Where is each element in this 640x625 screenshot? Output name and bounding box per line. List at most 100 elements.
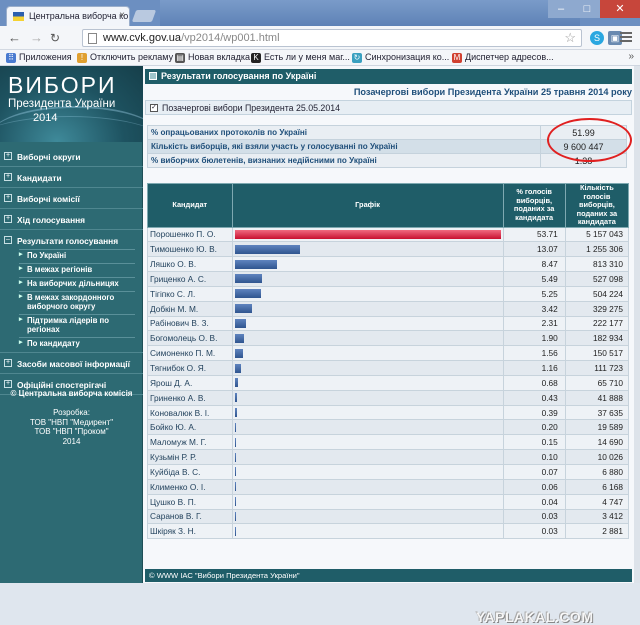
candidate-name[interactable]: Порошенко П. О. (147, 226, 233, 243)
url-host: www.cvk.gov.ua (103, 32, 182, 44)
sidebar-item-results[interactable]: –Результати голосування По Україні В меж… (0, 230, 143, 353)
bookmark-shop-check[interactable]: K Есть ли у меня маг... (251, 52, 350, 63)
candidate-name[interactable]: Кузьмін Р. Р. (147, 449, 233, 465)
candidate-name[interactable]: Куйбіда В. С. (147, 464, 233, 480)
header-votes: Кількість голосів виборців, поданих за к… (564, 183, 630, 228)
collapse-minus-icon: – (4, 236, 12, 244)
sidebar-item-media[interactable]: + Засоби масової інформації (0, 353, 143, 374)
candidate-name[interactable]: Богомолець О. В. (147, 330, 233, 347)
address-bar[interactable]: www.cvk.gov.ua/vp2014/wp001.html ☆ (82, 29, 582, 47)
graph-cell (231, 256, 504, 273)
vote-share-bar (234, 363, 241, 373)
candidate-name[interactable]: Клименко О. І. (147, 478, 233, 495)
candidate-name[interactable]: Симоненко П. М. (147, 345, 233, 362)
browser-tab-strip: Центральна виборча ко × – □ ✕ (0, 0, 640, 26)
sidebar-item-candidates[interactable]: + Кандидати (0, 167, 143, 188)
bookmarks-bar: ⠿ Приложения ! Отключить рекламу ▤ Новая вк… (0, 50, 640, 66)
table-row: Тимошенко Ю. В. 13.07 1 255 306 (147, 241, 630, 258)
candidate-name[interactable]: Коновалюк В. І. (147, 404, 233, 421)
vote-share-bar (234, 244, 300, 254)
table-row: Ляшко О. В. 8.47 813 310 (147, 256, 630, 273)
bookmark-new-tab[interactable]: ▤ Новая вкладка (175, 52, 250, 63)
reload-icon[interactable]: ↻ (50, 30, 60, 46)
site-watermark: YAPLAKAL.COM (476, 609, 594, 625)
bookmark-star-icon[interactable]: ☆ (564, 30, 576, 46)
candidate-name[interactable]: Шкіряк З. Н. (147, 523, 233, 540)
browser-menu-icon[interactable] (620, 32, 632, 44)
sidebar-subitem-polling-stations[interactable]: На виборчих дільницях (19, 277, 135, 289)
logo-year: 2014 (33, 112, 58, 124)
election-subtitle: Позачергові вибори Президента України 25… (353, 87, 632, 97)
checkbox-icon[interactable]: ✓ (150, 104, 158, 112)
vote-count: 182 934 (564, 330, 630, 347)
bookmark-label: Диспетчер адресов... (465, 52, 554, 62)
vote-share-bar (234, 259, 277, 269)
graph-cell (231, 419, 504, 436)
election-label: Позачергові вибори Президента 25.05.2014 (162, 103, 341, 113)
header-percent: % голосів виборців, поданих за кандидата (502, 183, 566, 228)
vote-percent: 8.47 (502, 256, 566, 273)
candidate-name[interactable]: Цушко В. П. (147, 493, 233, 510)
forward-arrow-icon[interactable]: → (30, 30, 43, 46)
table-row: Гриценко А. С. 5.49 527 098 (147, 271, 630, 287)
vote-percent: 0.15 (502, 434, 566, 451)
expand-plus-icon: + (4, 215, 12, 223)
minimize-icon[interactable]: – (548, 0, 574, 18)
maximize-icon[interactable]: □ (574, 0, 600, 18)
square-bullet-icon (149, 72, 157, 80)
table-row: Клименко О. І. 0.06 6 168 (147, 478, 630, 495)
window-close-icon[interactable]: ✕ (600, 0, 640, 18)
vote-count: 1 255 306 (564, 241, 630, 258)
bookmark-disable-ads[interactable]: ! Отключить рекламу (77, 52, 173, 63)
bookmark-address-manager[interactable]: M Диспетчер адресов... (452, 52, 554, 63)
results-body: Порошенко П. О. 53.71 5 157 043 Тимошенко Ю… (147, 226, 630, 540)
candidate-name[interactable]: Гриненко А. В. (147, 389, 233, 406)
sidebar-subitem-leader-support[interactable]: Підтримка лідерів по регіонах (19, 314, 135, 335)
vote-share-bar (234, 482, 236, 492)
vertical-scrollbar[interactable] (634, 66, 640, 583)
candidate-name[interactable]: Рабінович В. З. (147, 315, 233, 332)
bookmarks-more-chevron-icon[interactable]: » (628, 51, 634, 62)
candidate-name[interactable]: Ярош Д. А. (147, 374, 233, 391)
candidate-name[interactable]: Тягнибок О. Я. (147, 360, 233, 376)
sidebar-item-commissions[interactable]: + Виборчі комісії (0, 188, 143, 209)
candidate-name[interactable]: Тимошенко Ю. В. (147, 241, 233, 258)
dev-line: Розробка: (53, 408, 90, 417)
site-logo[interactable]: ВИБОРИ Президента України 2014 (0, 66, 143, 142)
candidate-name[interactable]: Саранов В. Г. (147, 508, 233, 525)
candidate-name[interactable]: Добкін М. М. (147, 300, 233, 317)
back-arrow-icon[interactable]: ← (8, 30, 21, 46)
graph-cell (231, 493, 504, 510)
candidate-name[interactable]: Ляшко О. В. (147, 256, 233, 273)
apps-grid-icon: ⠿ (6, 53, 16, 63)
table-row: Тягнибок О. Я. 1.16 111 723 (147, 360, 630, 376)
sidebar-item-voting-progress[interactable]: + Хід голосування (0, 209, 143, 230)
tab-close-icon[interactable]: × (119, 10, 125, 21)
candidate-name[interactable]: Бойко Ю. А. (147, 419, 233, 436)
vote-share-bar (234, 467, 236, 477)
sidebar-item-label: Кандидати (17, 173, 62, 183)
sidebar-subitem-regions[interactable]: В межах регіонів (19, 263, 135, 275)
vote-count: 6 880 (564, 464, 630, 480)
table-row: Богомолець О. В. 1.90 182 934 (147, 330, 630, 347)
candidate-name[interactable]: Маломуж М. Г. (147, 434, 233, 451)
candidate-name[interactable]: Тігіпко С. Л. (147, 285, 233, 302)
bookmark-label: Синхронизация ко... (365, 52, 450, 62)
browser-toolbar: ← → ↻ www.cvk.gov.ua/vp2014/wp001.html ☆… (0, 26, 640, 50)
vote-percent: 53.71 (502, 226, 566, 243)
bookmark-sync[interactable]: ↻ Синхронизация ко... (352, 52, 450, 63)
browser-tab[interactable]: Центральна виборча ко × (6, 6, 130, 26)
graph-cell (231, 226, 504, 243)
new-tab-button[interactable] (131, 10, 157, 22)
candidate-name[interactable]: Гриценко А. С. (147, 271, 233, 287)
election-selector[interactable]: ✓ Позачергові вибори Президента 25.05.20… (145, 100, 632, 115)
skype-icon[interactable]: S (590, 31, 604, 45)
vote-count: 813 310 (564, 256, 630, 273)
graph-cell (231, 241, 504, 258)
sidebar-item-districts[interactable]: + Виборчі округи (0, 146, 143, 167)
sidebar-subitem-ukraine[interactable]: По Україні (19, 249, 135, 261)
vote-percent: 5.49 (502, 271, 566, 287)
sidebar-subitem-by-candidate[interactable]: По кандидату (19, 337, 135, 349)
bookmark-apps[interactable]: ⠿ Приложения (6, 52, 72, 63)
sidebar-subitem-foreign-district[interactable]: В межах закордонного виборчого округу (19, 291, 135, 312)
